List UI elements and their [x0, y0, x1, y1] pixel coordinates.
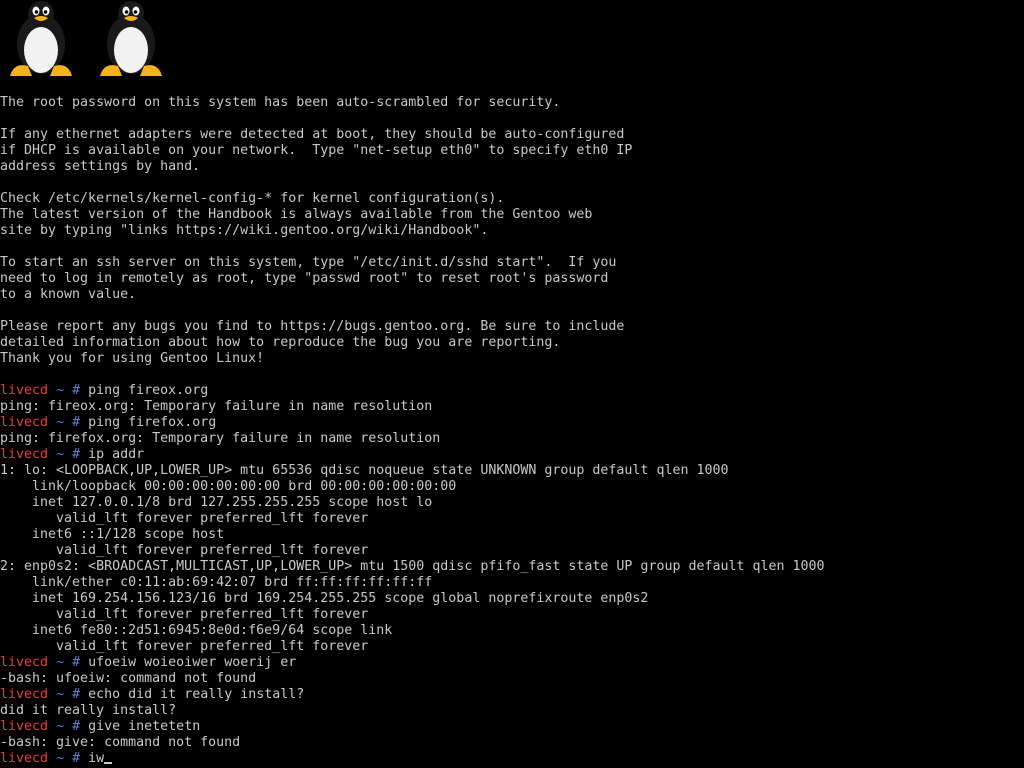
motd-line	[0, 303, 1024, 319]
command-line: livecd ~ # give inetetetn	[0, 719, 1024, 735]
terminal-console[interactable]: The root password on this system has bee…	[0, 0, 1024, 768]
output-line: link/ether c0:11:ab:69:42:07 brd ff:ff:f…	[0, 575, 433, 590]
command-line: livecd ~ # ping fireox.org	[0, 383, 1024, 399]
prompt-host: livecd	[0, 687, 49, 702]
command-text: ping firefox.org	[88, 415, 217, 430]
prompt-symbol: #	[72, 687, 81, 702]
text-cursor[interactable]	[104, 762, 113, 764]
output-line: ping: fireox.org: Temporary failure in n…	[0, 399, 433, 414]
output-line: valid_lft forever preferred_lft forever	[0, 511, 369, 526]
command-line: livecd ~ # ping firefox.org	[0, 415, 1024, 431]
terminal-output: The root password on this system has bee…	[0, 95, 1024, 767]
prompt-host: livecd	[0, 751, 49, 766]
command-text: give inetetetn	[88, 719, 201, 734]
output-line: 2: enp0s2: <BROADCAST,MULTICAST,UP,LOWER…	[0, 559, 825, 574]
output-line: inet 169.254.156.123/16 brd 169.254.255.…	[0, 591, 649, 606]
boot-logo	[8, 0, 164, 80]
motd-line: The latest version of the Handbook is al…	[0, 207, 593, 222]
prompt-symbol: #	[72, 751, 81, 766]
motd-line: site by typing "links https://wiki.gento…	[0, 223, 489, 238]
motd-line	[0, 175, 1024, 191]
output-line: ping: firefox.org: Temporary failure in …	[0, 431, 441, 446]
motd-line: Thank you for using Gentoo Linux!	[0, 351, 265, 366]
prompt-symbol: #	[72, 655, 81, 670]
output-line: inet6 ::1/128 scope host	[0, 527, 225, 542]
prompt-directory: ~	[56, 687, 65, 702]
motd-line: need to log in remotely as root, type "p…	[0, 271, 609, 286]
motd-line: address settings by hand.	[0, 159, 201, 174]
output-line: 1: lo: <LOOPBACK,UP,LOWER_UP> mtu 65536 …	[0, 463, 729, 478]
tux-penguin-icon	[100, 1, 162, 76]
command-text: ufoeiw woieoiwer woerij er	[88, 655, 297, 670]
prompt-directory: ~	[56, 751, 65, 766]
motd-line	[0, 367, 1024, 383]
motd-line: The root password on this system has bee…	[0, 95, 561, 110]
output-line: link/loopback 00:00:00:00:00:00 brd 00:0…	[0, 479, 457, 494]
prompt-host: livecd	[0, 447, 49, 462]
command-text: ip addr	[88, 447, 145, 462]
motd-line: Check /etc/kernels/kernel-config-* for k…	[0, 191, 505, 206]
output-line: inet6 fe80::2d51:6945:8e0d:f6e9/64 scope…	[0, 623, 393, 638]
command-text: ping fireox.org	[88, 383, 209, 398]
prompt-symbol: #	[72, 383, 81, 398]
motd-line: detailed information about how to reprod…	[0, 335, 561, 350]
output-line: -bash: ufoeiw: command not found	[0, 671, 257, 686]
motd-line: if DHCP is available on your network. Ty…	[0, 143, 633, 158]
command-line: livecd ~ # echo did it really install?	[0, 687, 1024, 703]
output-line: inet 127.0.0.1/8 brd 127.255.255.255 sco…	[0, 495, 433, 510]
motd-line	[0, 239, 1024, 255]
motd-line: Please report any bugs you find to https…	[0, 319, 625, 334]
command-line: livecd ~ # ufoeiw woieoiwer woerij er	[0, 655, 1024, 671]
output-line: -bash: give: command not found	[0, 735, 241, 750]
motd-line: To start an ssh server on this system, t…	[0, 255, 617, 270]
prompt-directory: ~	[56, 719, 65, 734]
motd-line: to a known value.	[0, 287, 137, 302]
prompt-host: livecd	[0, 415, 49, 430]
prompt-symbol: #	[72, 415, 81, 430]
prompt-host: livecd	[0, 655, 49, 670]
output-line: valid_lft forever preferred_lft forever	[0, 607, 369, 622]
prompt-directory: ~	[56, 415, 65, 430]
command-line-current: livecd ~ # iw	[0, 751, 1024, 767]
prompt-directory: ~	[56, 447, 65, 462]
motd-line: If any ethernet adapters were detected a…	[0, 127, 625, 142]
command-text: echo did it really install?	[88, 687, 305, 702]
motd-line	[0, 111, 1024, 127]
output-line: did it really install?	[0, 703, 177, 718]
command-text: iw	[88, 751, 105, 766]
output-line: valid_lft forever preferred_lft forever	[0, 543, 369, 558]
prompt-host: livecd	[0, 719, 49, 734]
command-line: livecd ~ # ip addr	[0, 447, 1024, 463]
prompt-symbol: #	[72, 447, 81, 462]
prompt-directory: ~	[56, 383, 65, 398]
prompt-host: livecd	[0, 383, 49, 398]
tux-penguin-icon	[10, 1, 72, 76]
prompt-symbol: #	[72, 719, 81, 734]
prompt-directory: ~	[56, 655, 65, 670]
output-line: valid_lft forever preferred_lft forever	[0, 639, 369, 654]
